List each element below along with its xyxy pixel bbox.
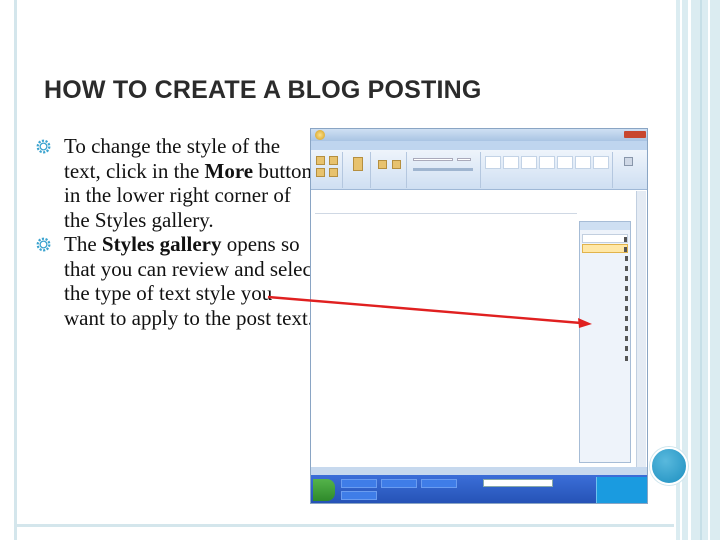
slide-title: HOW TO CREATE A BLOG POSTING [44, 76, 482, 104]
bullet-item: To change the style of the text, click i… [36, 134, 318, 232]
bullet-list: To change the style of the text, click i… [36, 134, 318, 330]
ribbon-group-editing [615, 152, 645, 188]
bullet-text-before: The [64, 232, 102, 256]
title-separator [315, 213, 577, 214]
ribbon-group-blog [313, 152, 343, 188]
office-orb-icon [315, 130, 325, 140]
styles-pane [579, 221, 631, 463]
bullet-item: The Styles gallery opens so that you can… [36, 232, 318, 330]
blog-document-area [311, 191, 647, 467]
screenshot-ribbon [311, 150, 647, 190]
styles-pane-header [580, 222, 630, 230]
styles-row-selected [582, 244, 628, 253]
taskbar-item [421, 479, 457, 488]
start-button [313, 479, 335, 501]
styles-row [582, 234, 628, 243]
styles-row [582, 274, 628, 283]
screenshot-status-bar [311, 467, 647, 475]
styles-row [582, 334, 628, 343]
embedded-screenshot [310, 128, 648, 504]
ribbon-group-proofing [373, 152, 407, 188]
styles-row [582, 344, 628, 353]
window-controls [624, 131, 646, 138]
ribbon-group-clipboard [345, 152, 371, 188]
styles-row [582, 354, 628, 363]
gear-icon [36, 139, 51, 154]
taskbar-search-box [483, 479, 553, 487]
taskbar-item [341, 479, 377, 488]
styles-gallery [483, 152, 613, 188]
taskbar-item [341, 491, 377, 500]
gear-icon [36, 237, 51, 252]
styles-row [582, 284, 628, 293]
styles-row [582, 304, 628, 313]
bullet-text-bold: More [204, 158, 254, 183]
slide-frame-left [14, 0, 17, 540]
styles-row [582, 264, 628, 273]
slide-frame-bottom [14, 524, 674, 527]
taskbar-item [381, 479, 417, 488]
styles-row [582, 314, 628, 323]
screenshot-scrollbar [636, 191, 646, 467]
screenshot-titlebar [311, 129, 647, 141]
styles-row [582, 294, 628, 303]
styles-row [582, 324, 628, 333]
system-tray [596, 477, 647, 503]
screenshot-ribbon-tabs [311, 141, 647, 150]
styles-row [582, 254, 628, 263]
decorative-circle [650, 447, 688, 485]
bullet-text-bold: Styles gallery [101, 232, 222, 256]
screenshot-taskbar [311, 475, 647, 503]
ribbon-group-basic-text [409, 152, 481, 188]
